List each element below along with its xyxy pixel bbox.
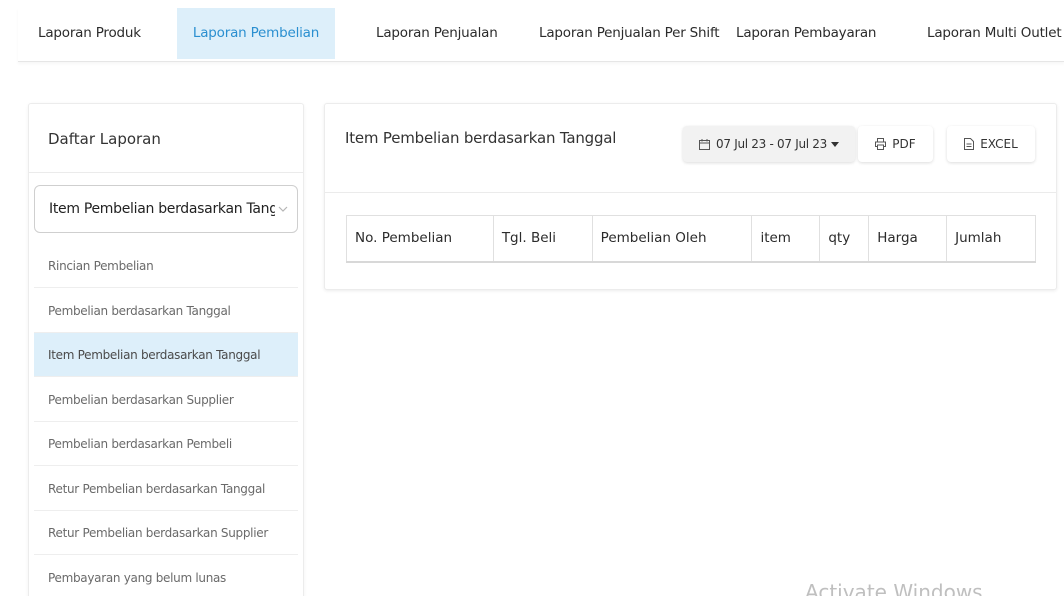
date-range-value: 07 Jul 23 - 07 Jul 23	[716, 137, 827, 151]
col-jumlah: Jumlah	[946, 215, 1036, 262]
report-table: No. Pembelian Tgl. Beli Pembelian Oleh i…	[346, 215, 1036, 263]
report-item-retur-supplier[interactable]: Retur Pembelian berdasarkan Supplier	[34, 511, 298, 555]
excel-button[interactable]: EXCEL	[947, 126, 1035, 162]
report-tabs: Laporan Produk Laporan Pembelian Laporan…	[18, 8, 1064, 62]
chevron-down-icon	[278, 206, 288, 212]
calendar-icon	[699, 138, 711, 150]
tab-laporan-pembayaran[interactable]: Laporan Pembayaran	[736, 8, 876, 59]
tab-laporan-multi-outlet[interactable]: Laporan Multi Outlet	[927, 8, 1062, 59]
pdf-label: PDF	[892, 137, 916, 151]
report-title: Item Pembelian berdasarkan Tanggal	[345, 129, 617, 147]
caret-down-icon	[830, 141, 839, 147]
tab-laporan-penjualan-per-shift[interactable]: Laporan Penjualan Per Shift	[539, 8, 720, 59]
col-item: item	[751, 215, 821, 262]
report-item-pembayaran-belum-lunas[interactable]: Pembayaran yang belum lunas	[34, 556, 298, 596]
report-select-value: Item Pembelian berdasarkan Tanggal	[49, 201, 275, 217]
report-panel: Item Pembelian berdasarkan Tanggal 07 Ju…	[324, 103, 1057, 290]
report-list-panel: Daftar Laporan Item Pembelian berdasarka…	[28, 103, 304, 596]
date-range-picker[interactable]: 07 Jul 23 - 07 Jul 23	[683, 126, 855, 162]
tab-laporan-produk[interactable]: Laporan Produk	[38, 8, 141, 59]
table-header-row: No. Pembelian Tgl. Beli Pembelian Oleh i…	[346, 215, 1036, 262]
col-harga: Harga	[868, 215, 948, 262]
report-item-retur-tanggal[interactable]: Retur Pembelian berdasarkan Tanggal	[34, 467, 298, 511]
col-tgl-beli: Tgl. Beli	[493, 215, 593, 262]
col-no-pembelian: No. Pembelian	[346, 215, 494, 262]
excel-label: EXCEL	[980, 137, 1018, 151]
divider	[325, 192, 1056, 193]
tab-laporan-penjualan[interactable]: Laporan Penjualan	[376, 8, 498, 59]
report-select[interactable]: Item Pembelian berdasarkan Tanggal	[34, 185, 298, 233]
pdf-button[interactable]: PDF	[858, 126, 933, 162]
col-pembelian-oleh: Pembelian Oleh	[592, 215, 753, 262]
activation-watermark: Activate Windows	[805, 580, 983, 596]
document-icon	[964, 138, 975, 150]
report-item-pembelian-supplier[interactable]: Pembelian berdasarkan Supplier	[34, 378, 298, 422]
printer-icon	[875, 138, 887, 150]
report-item-rincian-pembelian[interactable]: Rincian Pembelian	[34, 244, 298, 288]
report-item-pembelian-pembeli[interactable]: Pembelian berdasarkan Pembeli	[34, 422, 298, 466]
col-qty: qty	[819, 215, 870, 262]
divider	[29, 172, 303, 173]
report-item-pembelian-tanggal[interactable]: Pembelian berdasarkan Tanggal	[34, 289, 298, 333]
panel-title: Daftar Laporan	[48, 130, 161, 148]
tab-laporan-pembelian[interactable]: Laporan Pembelian	[177, 8, 335, 59]
report-item-item-pembelian-tanggal[interactable]: Item Pembelian berdasarkan Tanggal	[34, 333, 298, 377]
